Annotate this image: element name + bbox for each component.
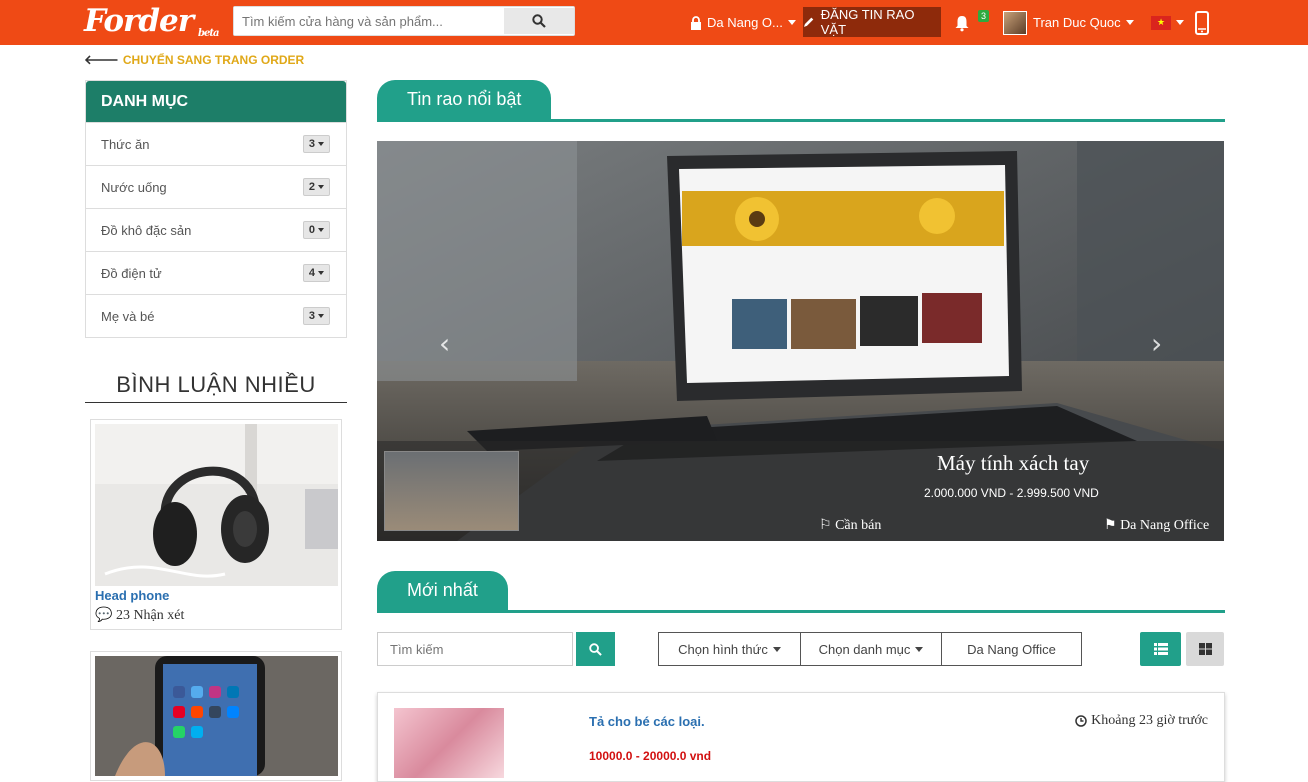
vietnam-flag-icon (1151, 15, 1171, 30)
list-view-button[interactable] (1140, 632, 1181, 666)
latest-search-button[interactable] (576, 632, 615, 666)
mobile-app-button[interactable] (1195, 0, 1209, 45)
comment-count: 💬 23 Nhận xét (95, 608, 185, 623)
category-count-dropdown[interactable]: 0 (302, 221, 330, 239)
notification-button[interactable] (953, 0, 971, 45)
phone-image[interactable] (95, 656, 338, 776)
comment-card[interactable] (90, 651, 342, 781)
user-menu[interactable]: Tran Duc Quoc (1003, 0, 1134, 45)
bell-icon (955, 15, 969, 31)
card-title[interactable]: Head phone (95, 588, 169, 603)
slide-location: ⚑ Da Nang Office (1104, 518, 1210, 533)
slide-caption: Máy tính xách tay 2.000.000 VND - 2.999.… (377, 441, 1224, 541)
location-label: Da Nang O... (707, 15, 783, 30)
chevron-down-icon (787, 20, 796, 25)
arrow-left-icon: 🡐 (84, 52, 119, 67)
chevron-down-icon (1176, 20, 1184, 25)
category-label: Mẹ và bé (101, 308, 155, 324)
grid-icon (1198, 643, 1212, 655)
type-filter-dropdown[interactable]: Chọn hình thức (658, 632, 801, 666)
list-icon (1153, 643, 1168, 655)
slide-title[interactable]: Máy tính xách tay (937, 451, 1089, 476)
latest-section-header: Mới nhất (377, 571, 1225, 613)
pencil-icon (803, 17, 814, 27)
avatar (1003, 10, 1027, 35)
clock-icon (1075, 715, 1087, 727)
post-ad-button[interactable]: ĐĂNG TIN RAO VẶT (803, 7, 941, 37)
language-dropdown[interactable] (1151, 0, 1184, 45)
listing-price: 10000.0 - 20000.0 vnd (589, 749, 712, 763)
mobile-phone-icon (1195, 10, 1209, 35)
site-logo[interactable]: Forder beta (84, 3, 219, 41)
category-count-dropdown[interactable]: 4 (302, 264, 330, 282)
location-dropdown[interactable]: Da Nang O... (690, 0, 796, 45)
switch-to-order-label: CHUYỂN SANG TRANG ORDER (122, 53, 305, 67)
user-name: Tran Duc Quoc (1033, 15, 1121, 30)
switch-to-order-link[interactable]: 🡐 CHUYỂN SANG TRANG ORDER (84, 52, 304, 68)
category-label: Đồ khô đặc sản (101, 222, 192, 238)
post-ad-label: ĐĂNG TIN RAO VẶT (820, 7, 915, 37)
flag-icon: ⚐ (819, 518, 832, 533)
chevron-down-icon (915, 646, 924, 652)
latest-title: Mới nhất (377, 571, 508, 610)
chevron-down-icon (318, 185, 324, 189)
slide-price: 2.000.000 VND - 2.999.500 VND (924, 486, 1099, 500)
carousel-next-button[interactable]: › (1151, 327, 1162, 360)
chevron-down-icon (318, 228, 324, 232)
comment-card[interactable]: Head phone 💬 23 Nhận xét (90, 419, 342, 630)
category-item[interactable]: Mẹ và bé 3 (86, 294, 346, 337)
search-icon (532, 14, 546, 28)
featured-carousel: ‹ › Máy tính xách tay 2.000.000 VND - 2.… (377, 141, 1224, 541)
filter-group: Chọn hình thức Chọn danh mục Da Nang Off… (658, 632, 1082, 666)
category-filter-dropdown[interactable]: Chọn danh mục (800, 632, 942, 666)
search-icon (589, 642, 602, 656)
location-filter[interactable]: Da Nang Office (941, 632, 1082, 666)
category-count-dropdown[interactable]: 2 (302, 178, 330, 196)
slide-type: ⚐ Cần bán (819, 518, 882, 533)
featured-section-header: Tin rao nổi bật (377, 80, 1225, 122)
header-search (233, 6, 575, 36)
chevron-down-icon (318, 142, 324, 146)
carousel-prev-button[interactable]: ‹ (439, 327, 450, 360)
category-panel-title: DANH MỤC (86, 81, 346, 122)
featured-title: Tin rao nổi bật (377, 80, 552, 119)
category-item[interactable]: Đồ khô đặc sản 0 (86, 208, 346, 251)
chevron-down-icon (1125, 20, 1134, 25)
comment-icon: 💬 (95, 608, 113, 623)
category-item[interactable]: Nước uống 2 (86, 165, 346, 208)
category-label: Thức ăn (101, 136, 150, 152)
listing-item[interactable]: Tả cho bé các loại. 10000.0 - 20000.0 vn… (377, 692, 1225, 782)
category-count-dropdown[interactable]: 3 (302, 135, 330, 153)
header-search-input[interactable] (234, 7, 504, 35)
chevron-down-icon (772, 646, 781, 652)
category-panel: DANH MỤC Thức ăn 3 Nước uống 2 Đồ khô đặ… (85, 80, 347, 338)
headphone-image[interactable] (95, 424, 338, 586)
chevron-down-icon (318, 271, 324, 275)
slide-thumbnail[interactable] (384, 451, 519, 531)
most-commented-title: BÌNH LUẬN NHIỀU (85, 372, 347, 403)
listing-image[interactable] (394, 708, 504, 778)
category-item[interactable]: Đồ điện tử 4 (86, 251, 346, 294)
latest-search-input[interactable] (377, 632, 573, 666)
grid-view-button[interactable] (1186, 632, 1224, 666)
category-item[interactable]: Thức ăn 3 (86, 122, 346, 165)
category-label: Đồ điện tử (101, 265, 162, 281)
category-count-dropdown[interactable]: 3 (302, 307, 330, 325)
notification-badge: 3 (978, 10, 990, 22)
listing-title[interactable]: Tả cho bé các loại. (589, 714, 705, 729)
bookmark-icon: ⚑ (1104, 518, 1117, 533)
header-search-button[interactable] (504, 8, 574, 34)
listing-time: Khoảng 23 giờ trước (1075, 713, 1208, 729)
category-label: Nước uống (101, 179, 167, 195)
chevron-down-icon (318, 314, 324, 318)
top-navbar: Forderbeta Da Nang O... ĐĂNG TIN RAO VẶT… (0, 0, 1308, 45)
lock-icon (691, 15, 701, 30)
